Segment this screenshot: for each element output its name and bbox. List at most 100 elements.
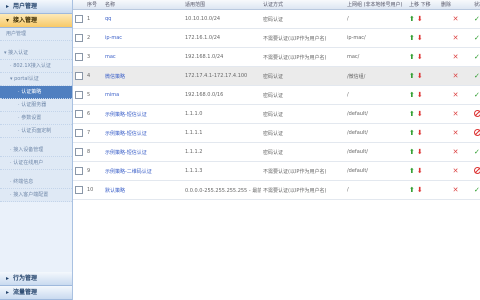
row-status-cell bbox=[472, 104, 480, 124]
delete-x-icon[interactable]: ✕ bbox=[453, 15, 459, 23]
row-status-cell: ✓ bbox=[472, 9, 480, 29]
arrow-up-icon[interactable]: ⬆ bbox=[409, 110, 415, 118]
policy-name-link[interactable]: mima bbox=[103, 85, 183, 105]
row-checkbox[interactable] bbox=[75, 167, 83, 175]
sidebar-item-device-mgmt[interactable]: · 接入设备管理 bbox=[0, 144, 72, 157]
arrow-up-icon[interactable]: ⬆ bbox=[409, 15, 415, 23]
sidebar-item-terminal-info[interactable]: · 终端信息 bbox=[0, 176, 72, 189]
sidebar-header-flow[interactable]: ▸ 流量管理 bbox=[0, 286, 72, 300]
row-checkbox[interactable] bbox=[75, 72, 83, 80]
row-checkbox[interactable] bbox=[75, 148, 83, 156]
delete-x-icon[interactable]: ✕ bbox=[453, 34, 459, 42]
table-row[interactable]: 10 默认策略 0.0.0.0-255.255.255.255 - 最前... 不需要… bbox=[73, 180, 480, 200]
table-row[interactable]: 3 mac 192.168.1.0/24 不需要认证(以IP作为用户名) mac/⬆ ⬇ ✕… bbox=[73, 47, 480, 67]
row-auth: 密码认证 bbox=[261, 66, 345, 86]
row-auth: 密码认证 bbox=[261, 104, 345, 124]
row-delete-cell: ✕ bbox=[439, 142, 472, 162]
row-checkbox[interactable] bbox=[75, 129, 83, 137]
policy-name-link[interactable]: 示例策略-二维码认证 bbox=[103, 161, 183, 181]
sidebar-item-online-users[interactable]: · 认证在线用户 bbox=[0, 157, 72, 170]
sidebar-item-user-mgmt[interactable]: 用户管理 bbox=[0, 28, 72, 41]
row-checkbox[interactable] bbox=[75, 15, 83, 23]
sidebar-header-user-mgmt-top[interactable]: ▸ 用户管理 bbox=[0, 0, 72, 14]
check-icon[interactable]: ✓ bbox=[474, 15, 480, 23]
delete-x-icon[interactable]: ✕ bbox=[453, 148, 459, 156]
delete-x-icon[interactable]: ✕ bbox=[453, 72, 459, 80]
arrow-down-icon[interactable]: ⬇ bbox=[417, 129, 423, 137]
sidebar-item-802[interactable]: · 802.1X接入认证 bbox=[0, 60, 72, 73]
row-checkbox[interactable] bbox=[75, 53, 83, 61]
delete-x-icon[interactable]: ✕ bbox=[453, 91, 459, 99]
arrow-up-icon[interactable]: ⬆ bbox=[409, 186, 415, 194]
table-row[interactable]: 6 示例策略-短信认证 1.1.1.0 密码认证/default/⬆ ⬇ ✕ bbox=[73, 104, 480, 124]
policy-name-link[interactable]: mac bbox=[103, 47, 183, 67]
arrow-up-icon[interactable]: ⬆ bbox=[409, 129, 415, 137]
sidebar-item-params[interactable]: · 参数设置 bbox=[0, 112, 72, 125]
table-row[interactable]: 4 微信策略 172.17.4.1-172.17.4.100 密码认证/微信组/⬆ ⬇ ✕… bbox=[73, 66, 480, 86]
sidebar-item-client-config[interactable]: · 接入客户端配置 bbox=[0, 189, 72, 202]
arrow-down-icon[interactable]: ⬇ bbox=[417, 53, 423, 61]
policy-name-link[interactable]: ip-mac bbox=[103, 28, 183, 48]
arrow-down-icon[interactable]: ⬇ bbox=[417, 167, 423, 175]
arrow-down-icon[interactable]: ⬇ bbox=[417, 110, 423, 118]
row-checkbox[interactable] bbox=[75, 110, 83, 118]
check-icon[interactable]: ✓ bbox=[474, 186, 480, 194]
delete-x-icon[interactable]: ✕ bbox=[453, 110, 459, 118]
sidebar-item-access-auth[interactable]: ▾ 接入认证 bbox=[0, 47, 72, 60]
row-checkbox[interactable] bbox=[75, 91, 83, 99]
sidebar-item-portal[interactable]: ▾ portal认证 bbox=[0, 73, 72, 86]
policy-name-link[interactable]: qq bbox=[103, 9, 183, 29]
delete-x-icon[interactable]: ✕ bbox=[453, 167, 459, 175]
arrow-down-icon[interactable]: ⬇ bbox=[417, 34, 423, 42]
no-entry-icon[interactable] bbox=[474, 109, 480, 117]
table-row[interactable]: 5 mima 192.168.0.0/16 密码认证 / ⬆ ⬇ ✕ ✓ bbox=[73, 85, 480, 105]
arrow-up-icon[interactable]: ⬆ bbox=[409, 72, 415, 80]
row-auth: 不需要认证(以IP作为用户名) bbox=[261, 180, 345, 200]
sidebar-header-behavior[interactable]: ▸ 行为管理 bbox=[0, 272, 72, 286]
policy-name-link[interactable]: 示例策略-短信认证 bbox=[103, 123, 183, 143]
col-status: 状态 bbox=[472, 0, 480, 10]
check-icon[interactable]: ✓ bbox=[474, 34, 480, 42]
no-entry-icon[interactable] bbox=[474, 128, 480, 136]
expand-arrow-icon: ▸ bbox=[6, 275, 10, 282]
policy-name-link[interactable]: 示例策略-短信认证 bbox=[103, 142, 183, 162]
table-row[interactable]: 8 示例策略-短信认证 1.1.1.2 密码认证/default/⬆ ⬇ ✕ ✓ bbox=[73, 142, 480, 162]
arrow-down-icon[interactable]: ⬇ bbox=[417, 148, 423, 156]
check-icon[interactable]: ✓ bbox=[474, 53, 480, 61]
arrow-up-icon[interactable]: ⬆ bbox=[409, 148, 415, 156]
item-label: 接入设备管理 bbox=[13, 147, 44, 153]
arrow-down-icon[interactable]: ⬇ bbox=[417, 91, 423, 99]
row-checkbox[interactable] bbox=[75, 186, 83, 194]
row-move-cell: ⬆ ⬇ bbox=[407, 180, 439, 200]
sidebar-item-page-custom[interactable]: · 认证页面定制 bbox=[0, 125, 72, 138]
table-row[interactable]: 2 ip-mac 172.16.1.0/24 不需要认证(以IP作为用户名) ip-ma… bbox=[73, 28, 480, 48]
table-row[interactable]: 1 qq 10.10.10.0/24 密码认证 / ⬆ ⬇ ✕ ✓ bbox=[73, 9, 480, 29]
arrow-up-icon[interactable]: ⬆ bbox=[409, 91, 415, 99]
arrow-up-icon[interactable]: ⬆ bbox=[409, 167, 415, 175]
check-icon[interactable]: ✓ bbox=[474, 72, 480, 80]
check-icon[interactable]: ✓ bbox=[474, 91, 480, 99]
sidebar-item-auth-server[interactable]: · 认证服务器 bbox=[0, 99, 72, 112]
table-row[interactable]: 9 示例策略-二维码认证 1.1.1.3 不需要认证(以IP作为用户名)/defaul… bbox=[73, 161, 480, 181]
no-entry-icon[interactable] bbox=[474, 166, 480, 174]
row-auth: 不需要认证(以IP作为用户名) bbox=[261, 47, 345, 67]
policy-name-link[interactable]: 默认策略 bbox=[103, 180, 183, 200]
arrow-down-icon[interactable]: ⬇ bbox=[417, 186, 423, 194]
check-icon[interactable]: ✓ bbox=[474, 148, 480, 156]
delete-x-icon[interactable]: ✕ bbox=[453, 53, 459, 61]
delete-x-icon[interactable]: ✕ bbox=[453, 129, 459, 137]
arrow-up-icon[interactable]: ⬆ bbox=[409, 53, 415, 61]
policy-name-link[interactable]: 示例策略-短信认证 bbox=[103, 104, 183, 124]
arrow-up-icon[interactable]: ⬆ bbox=[409, 34, 415, 42]
policy-name-link[interactable]: 微信策略 bbox=[103, 66, 183, 86]
header-label: 流量管理 bbox=[13, 289, 38, 296]
row-status-cell bbox=[472, 161, 480, 181]
arrow-down-icon[interactable]: ⬇ bbox=[417, 72, 423, 80]
sidebar-item-auth-policy[interactable]: · 认证策略 bbox=[0, 86, 72, 99]
delete-x-icon[interactable]: ✕ bbox=[453, 186, 459, 194]
sidebar-header-access[interactable]: ▾ 接入管理 bbox=[0, 14, 72, 28]
table-row[interactable]: 7 示例策略-短信认证 1.1.1.1 密码认证/default/⬆ ⬇ ✕ bbox=[73, 123, 480, 143]
item-label: 参数设置 bbox=[21, 115, 42, 121]
arrow-down-icon[interactable]: ⬇ bbox=[417, 15, 423, 23]
row-checkbox[interactable] bbox=[75, 34, 83, 42]
